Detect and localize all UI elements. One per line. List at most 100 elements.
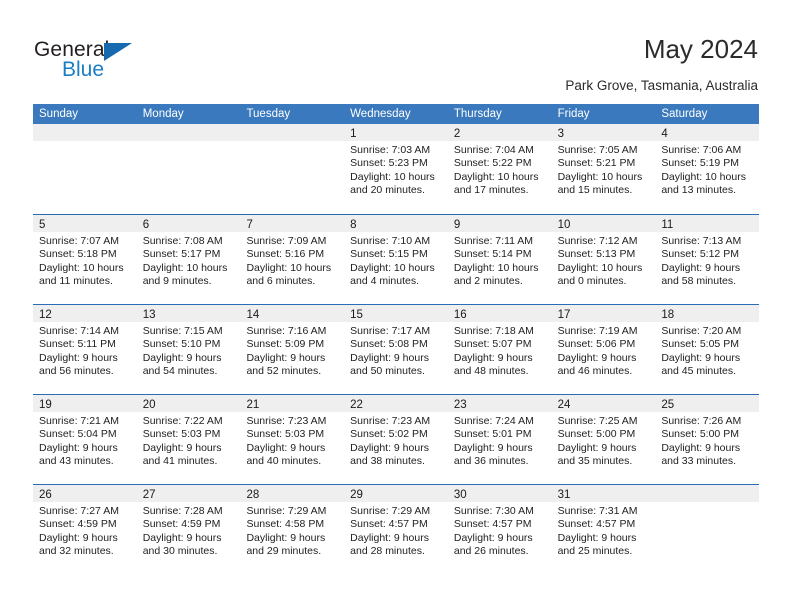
day-sun-info: Sunrise: 7:07 AM Sunset: 5:18 PM Daylight:… — [33, 232, 137, 288]
day-number-band: 27 — [136, 485, 241, 502]
day-cell[interactable]: 4 Sunrise: 7:06 AM Sunset: 5:19 PM Daylight… — [655, 124, 760, 214]
day-cell[interactable]: 25 Sunrise: 7:26 AM Sunset: 5:00 PM Dayligh… — [655, 395, 760, 484]
sunset-time: Sunset: 5:01 PM — [453, 428, 532, 441]
sunrise-time: Sunrise: 7:20 AM — [661, 325, 742, 337]
sunrise-time: Sunrise: 7:21 AM — [39, 415, 119, 427]
daylight-duration-line2: and 36 minutes. — [453, 454, 529, 467]
day-cell[interactable]: 21 Sunrise: 7:23 AM Sunset: 5:03 PM Dayligh… — [240, 395, 345, 484]
daylight-duration-line1: Daylight: 9 hours — [661, 261, 741, 274]
day-cell[interactable]: 27 Sunrise: 7:28 AM Sunset: 4:59 PM Dayligh… — [136, 485, 241, 574]
day-cell-empty — [136, 124, 241, 214]
daylight-duration-line1: Daylight: 9 hours — [39, 441, 118, 454]
daylight-duration-line2: and 38 minutes. — [350, 454, 425, 467]
general-blue-logo[interactable]: General Blue — [34, 38, 234, 84]
day-cell[interactable]: 2 Sunrise: 7:04 AM Sunset: 5:22 PM Daylight… — [447, 124, 552, 214]
daylight-duration-line2: and 30 minutes. — [142, 544, 218, 557]
weekday-header-monday: Monday — [142, 108, 184, 120]
day-cell[interactable]: 22 Sunrise: 7:23 AM Sunset: 5:02 PM Dayligh… — [344, 395, 448, 484]
day-cell[interactable]: 13 Sunrise: 7:15 AM Sunset: 5:10 PM Dayligh… — [136, 305, 241, 394]
day-cell[interactable]: 11 Sunrise: 7:13 AM Sunset: 5:12 PM Dayligh… — [655, 215, 760, 304]
sunset-time: Sunset: 4:59 PM — [142, 518, 221, 531]
daylight-duration-line2: and 13 minutes. — [661, 183, 737, 196]
daylight-duration-line2: and 41 minutes. — [142, 454, 218, 467]
daylight-duration-line2: and 43 minutes. — [39, 454, 114, 467]
day-cell[interactable]: 10 Sunrise: 7:12 AM Sunset: 5:13 PM Dayligh… — [551, 215, 656, 304]
day-cell[interactable]: 31 Sunrise: 7:31 AM Sunset: 4:57 PM Dayligh… — [551, 485, 656, 574]
sunset-time: Sunset: 5:10 PM — [142, 338, 221, 351]
day-number: 21 — [246, 399, 260, 411]
day-number: 6 — [142, 219, 150, 231]
day-cell[interactable]: 12 Sunrise: 7:14 AM Sunset: 5:11 PM Dayligh… — [33, 305, 137, 394]
day-sun-info: Sunrise: 7:19 AM Sunset: 5:06 PM Daylight:… — [552, 322, 656, 378]
daylight-duration-line1: Daylight: 9 hours — [246, 351, 326, 364]
day-sun-info: Sunrise: 7:08 AM Sunset: 5:17 PM Daylight:… — [137, 232, 241, 288]
day-cell[interactable]: 1 Sunrise: 7:03 AM Sunset: 5:23 PM Daylight… — [344, 124, 448, 214]
sunset-time: Sunset: 4:58 PM — [246, 518, 325, 531]
day-cell[interactable]: 28 Sunrise: 7:29 AM Sunset: 4:58 PM Dayligh… — [240, 485, 345, 574]
sunset-time: Sunset: 5:00 PM — [661, 428, 739, 441]
day-number-band: 11 — [655, 215, 760, 232]
day-sun-info: Sunrise: 7:27 AM Sunset: 4:59 PM Daylight:… — [33, 502, 137, 558]
sunset-time: Sunset: 5:23 PM — [350, 157, 428, 170]
day-sun-info: Sunrise: 7:22 AM Sunset: 5:03 PM Daylight:… — [137, 412, 241, 468]
daylight-duration-line1: Daylight: 9 hours — [142, 531, 222, 544]
day-number: 9 — [453, 219, 461, 231]
day-cell[interactable]: 7 Sunrise: 7:09 AM Sunset: 5:16 PM Daylight… — [240, 215, 345, 304]
day-cell[interactable]: 24 Sunrise: 7:25 AM Sunset: 5:00 PM Dayligh… — [551, 395, 656, 484]
day-number: 19 — [39, 399, 52, 411]
day-number: 4 — [661, 128, 668, 140]
day-number-band: 13 — [136, 305, 241, 322]
day-number-band: 30 — [447, 485, 552, 502]
weekday-header-saturday: Saturday — [661, 108, 708, 120]
day-number-band: 31 — [551, 485, 656, 502]
sunset-time: Sunset: 5:19 PM — [661, 157, 739, 170]
day-cell[interactable]: 5 Sunrise: 7:07 AM Sunset: 5:18 PM Daylight… — [33, 215, 137, 304]
day-number-band — [136, 124, 241, 141]
daylight-duration-line1: Daylight: 9 hours — [557, 531, 637, 544]
day-cell[interactable]: 8 Sunrise: 7:10 AM Sunset: 5:15 PM Daylight… — [344, 215, 448, 304]
day-sun-info: Sunrise: 7:31 AM Sunset: 4:57 PM Daylight:… — [552, 502, 656, 558]
day-number: 13 — [142, 309, 156, 321]
day-number-band: 8 — [344, 215, 448, 232]
day-cell[interactable]: 15 Sunrise: 7:17 AM Sunset: 5:08 PM Dayligh… — [344, 305, 448, 394]
sunrise-time: Sunrise: 7:04 AM — [453, 144, 534, 156]
daylight-duration-line1: Daylight: 10 hours — [661, 170, 746, 183]
page-title: May 2024 — [643, 34, 758, 64]
day-number-band: 1 — [344, 124, 448, 141]
weekday-header-friday: Friday — [557, 108, 590, 120]
day-cell[interactable]: 29 Sunrise: 7:29 AM Sunset: 4:57 PM Dayligh… — [344, 485, 448, 574]
day-cell[interactable]: 16 Sunrise: 7:18 AM Sunset: 5:07 PM Dayligh… — [447, 305, 552, 394]
day-cell[interactable]: 20 Sunrise: 7:22 AM Sunset: 5:03 PM Dayligh… — [136, 395, 241, 484]
day-cell[interactable]: 19 Sunrise: 7:21 AM Sunset: 5:04 PM Dayligh… — [33, 395, 137, 484]
sunset-time: Sunset: 5:22 PM — [453, 157, 532, 170]
daylight-duration-line2: and 52 minutes. — [246, 364, 322, 377]
day-cell[interactable]: 3 Sunrise: 7:05 AM Sunset: 5:21 PM Daylight… — [551, 124, 656, 214]
day-cell[interactable]: 14 Sunrise: 7:16 AM Sunset: 5:09 PM Dayligh… — [240, 305, 345, 394]
weekday-header-row: Sunday Monday Tuesday Wednesday Thursday Frid… — [33, 104, 759, 124]
page-header: General Blue May 2024 Park Grove, Tasman… — [0, 0, 792, 100]
sunrise-time: Sunrise: 7:18 AM — [453, 325, 534, 337]
daylight-duration-line2: and 46 minutes. — [557, 364, 633, 377]
daylight-duration-line2: and 2 minutes. — [453, 274, 523, 287]
day-cell[interactable]: 18 Sunrise: 7:20 AM Sunset: 5:05 PM Dayligh… — [655, 305, 760, 394]
sunset-time: Sunset: 5:04 PM — [39, 428, 117, 441]
calendar-grid: Sunday Monday Tuesday Wednesday Thursday Frid… — [33, 104, 760, 574]
day-cell[interactable]: 9 Sunrise: 7:11 AM Sunset: 5:14 PM Daylight… — [447, 215, 552, 304]
day-cell[interactable]: 30 Sunrise: 7:30 AM Sunset: 4:57 PM Dayligh… — [447, 485, 552, 574]
day-sun-info: Sunrise: 7:15 AM Sunset: 5:10 PM Daylight:… — [137, 322, 241, 378]
day-cell[interactable]: 6 Sunrise: 7:08 AM Sunset: 5:17 PM Daylight… — [136, 215, 241, 304]
day-number: 12 — [39, 309, 52, 321]
day-number: 26 — [39, 489, 52, 501]
sunrise-time: Sunrise: 7:27 AM — [39, 505, 119, 517]
daylight-duration-line2: and 15 minutes. — [557, 183, 633, 196]
day-cell[interactable]: 23 Sunrise: 7:24 AM Sunset: 5:01 PM Dayligh… — [447, 395, 552, 484]
day-number: 3 — [557, 128, 564, 140]
day-number-band: 17 — [551, 305, 656, 322]
sunrise-time: Sunrise: 7:22 AM — [142, 415, 223, 427]
day-cell[interactable]: 26 Sunrise: 7:27 AM Sunset: 4:59 PM Dayligh… — [33, 485, 137, 574]
day-number: 29 — [350, 489, 363, 501]
day-cell[interactable]: 17 Sunrise: 7:19 AM Sunset: 5:06 PM Dayligh… — [551, 305, 656, 394]
sunset-time: Sunset: 5:09 PM — [246, 338, 325, 351]
daylight-duration-line1: Daylight: 10 hours — [39, 261, 124, 274]
day-sun-info: Sunrise: 7:10 AM Sunset: 5:15 PM Daylight:… — [344, 232, 448, 288]
